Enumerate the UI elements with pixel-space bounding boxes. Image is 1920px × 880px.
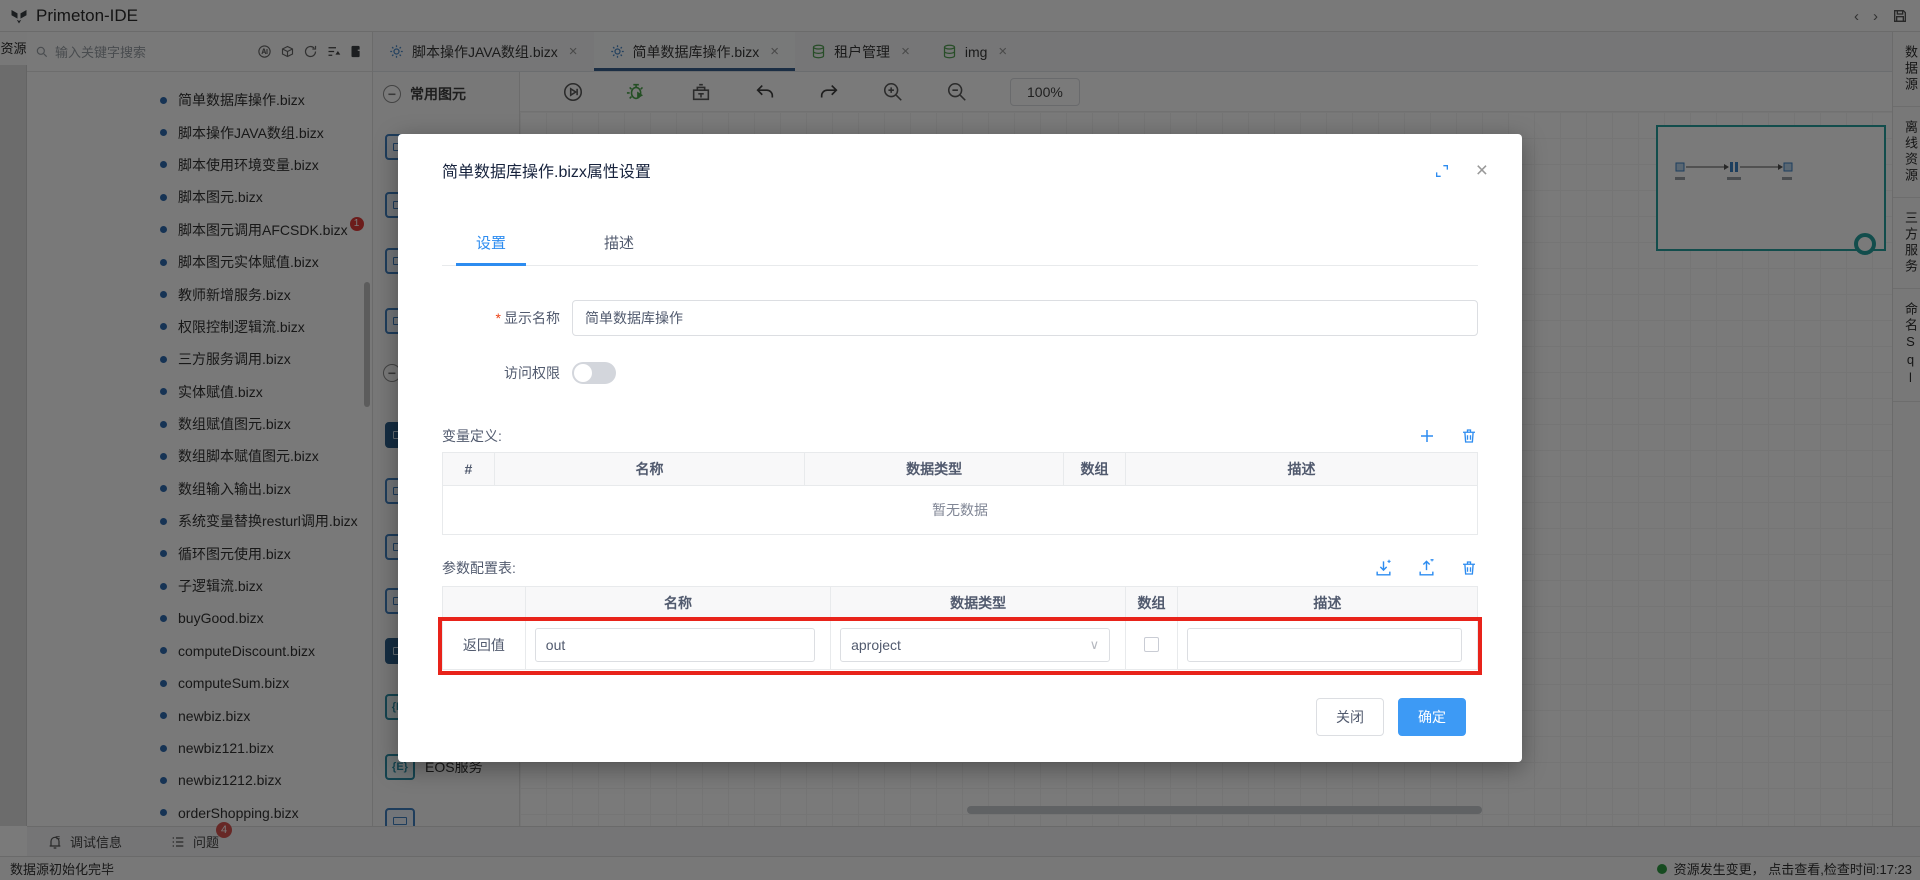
delete-params-icon[interactable] [1460, 559, 1478, 577]
tab-settings[interactable]: 设置 [470, 232, 512, 265]
variables-section-title: 变量定义: [442, 426, 502, 446]
variables-table: # 名称 数据类型 数组 描述 暂无数据 [442, 452, 1478, 535]
add-variable-icon[interactable] [1418, 427, 1436, 445]
empty-data-text: 暂无数据 [443, 486, 1478, 535]
display-name-label: *显示名称 [442, 308, 560, 328]
required-asterisk: * [496, 310, 501, 326]
close-icon[interactable]: × [1476, 160, 1488, 181]
access-label: 访问权限 [442, 363, 560, 383]
col-datatype: 数据类型 [805, 453, 1064, 486]
return-value-row: 返回值 out aproject ∨ [443, 620, 1478, 670]
display-name-row: *显示名称 简单数据库操作 [442, 300, 1478, 336]
return-value-label: 返回值 [443, 620, 526, 670]
toggle-knob [574, 364, 592, 382]
col-description: 描述 [1177, 587, 1477, 620]
delete-variable-icon[interactable] [1460, 427, 1478, 445]
dialog-tabs: 设置 描述 [442, 232, 1478, 266]
col-array: 数组 [1064, 453, 1126, 486]
params-section-title: 参数配置表: [442, 558, 516, 578]
selected-type: aproject [851, 637, 901, 653]
params-table: 名称 数据类型 数组 描述 返回值 out aproject ∨ [442, 586, 1478, 670]
variables-section-header: 变量定义: [442, 426, 1478, 446]
dialog-title: 简单数据库操作.bizx属性设置 [442, 158, 651, 182]
col-name: 名称 [525, 587, 830, 620]
chevron-down-icon: ∨ [1090, 637, 1100, 653]
params-header-row: 名称 数据类型 数组 描述 [443, 587, 1478, 620]
access-toggle[interactable] [572, 362, 616, 384]
col-datatype: 数据类型 [831, 587, 1126, 620]
variables-header-row: # 名称 数据类型 数组 描述 [443, 453, 1478, 486]
variables-empty-row: 暂无数据 [443, 486, 1478, 535]
col-array: 数组 [1126, 587, 1178, 620]
param-type-select[interactable]: aproject ∨ [840, 628, 1110, 662]
param-desc-field[interactable] [1187, 628, 1462, 662]
col-description: 描述 [1126, 453, 1478, 486]
display-name-field[interactable]: 简单数据库操作 [572, 300, 1478, 336]
col-index: # [443, 453, 495, 486]
col-name: 名称 [494, 453, 805, 486]
properties-dialog: 简单数据库操作.bizx属性设置 × 设置 描述 *显示名称 简单数据库操作 访… [398, 134, 1522, 762]
tab-description[interactable]: 描述 [598, 232, 640, 265]
param-name-field[interactable]: out [535, 628, 815, 662]
col-blank [443, 587, 526, 620]
close-button[interactable]: 关闭 [1316, 698, 1384, 736]
access-row: 访问权限 [442, 362, 1478, 384]
ok-button[interactable]: 确定 [1398, 698, 1466, 736]
import-params-icon[interactable] [1374, 559, 1393, 578]
params-section-header: 参数配置表: [442, 558, 1478, 578]
array-checkbox[interactable] [1144, 637, 1159, 652]
fullscreen-icon[interactable] [1434, 163, 1450, 179]
export-params-icon[interactable] [1417, 559, 1436, 578]
